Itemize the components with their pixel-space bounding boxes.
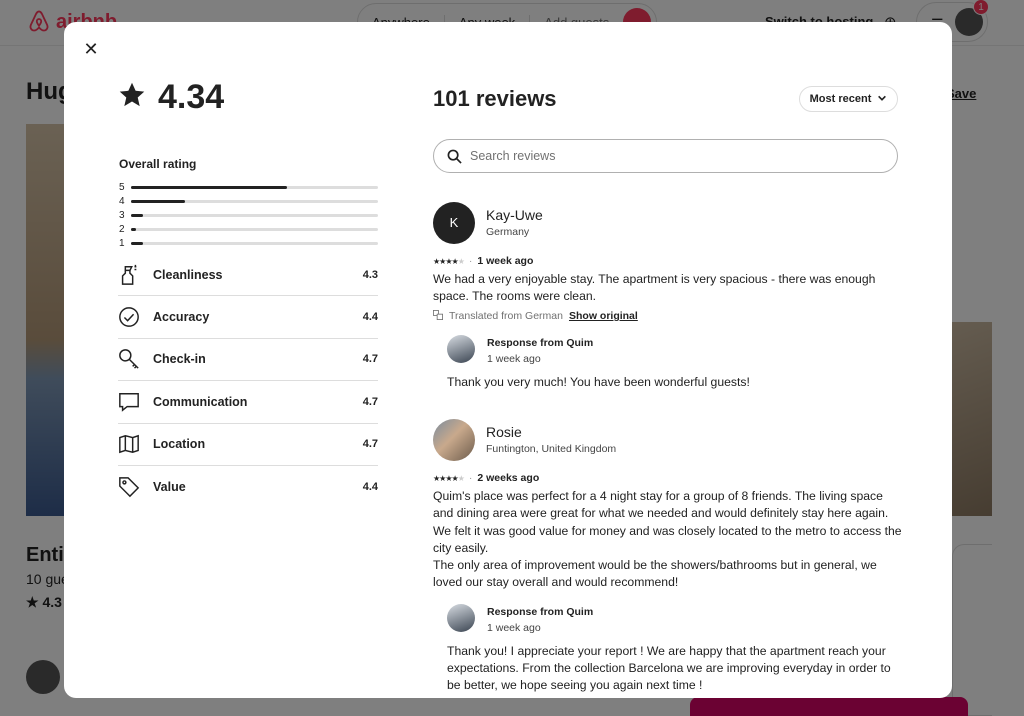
host-avatar-small[interactable] xyxy=(447,334,475,363)
separator-dot: · xyxy=(468,255,473,267)
reviewer-name: Rosie xyxy=(486,424,522,440)
rating-bar-track xyxy=(131,241,378,245)
category-rating-row: Cleanliness 4.3 xyxy=(118,254,378,297)
rating-distribution: 5 4 3 2 1 xyxy=(119,180,379,250)
category-label: Location xyxy=(153,437,206,452)
overall-rating-label: Overall rating xyxy=(119,157,197,171)
category-rating-row: Check-in 4.7 xyxy=(118,339,378,382)
rating-bar-fill xyxy=(131,241,144,245)
translated-from-label: Translated from German xyxy=(449,310,563,323)
host-avatar-small[interactable] xyxy=(447,603,475,632)
category-label: Cleanliness xyxy=(153,267,223,282)
reviewer-location: Funtington, United Kingdom xyxy=(486,443,617,455)
category-value: 4.3 xyxy=(362,268,378,281)
rating-bar-star-label: 4 xyxy=(119,195,125,207)
rating-bar-star-label: 5 xyxy=(119,181,125,193)
category-label: Accuracy xyxy=(153,310,210,325)
search-reviews-field[interactable] xyxy=(433,139,898,173)
reviewer-name: Kay-Uwe xyxy=(486,207,543,223)
review-text: We had a very enjoyable stay. The apartm… xyxy=(433,272,876,304)
rating-bar-track xyxy=(131,227,378,231)
rating-bar-fill xyxy=(131,213,144,217)
category-value: 4.4 xyxy=(362,481,378,494)
sort-label: Most recent xyxy=(809,93,872,105)
reviewer-location: Germany xyxy=(486,226,530,238)
close-icon[interactable]: ✕ xyxy=(80,38,102,60)
check-circle-icon xyxy=(118,306,140,328)
rating-bar-track xyxy=(131,199,378,203)
rating-bar-row: 5 xyxy=(119,180,379,194)
overall-rating-value: 4.34 xyxy=(158,78,225,116)
rating-bar-fill xyxy=(131,185,287,189)
category-ratings: Cleanliness 4.3 Accuracy 4.4 Check-in 4.7 Comm… xyxy=(118,254,378,508)
review-item: Rosie Funtington, United Kingdom ★★★★★ ·… xyxy=(433,419,903,695)
map-icon xyxy=(118,433,140,455)
response-text: Thank you very much! You have been wonde… xyxy=(447,374,750,389)
category-rating-row: Accuracy 4.4 xyxy=(118,296,378,339)
reviews-modal: ✕ 4.34 Overall rating 5 4 3 2 1 Cleanliness 4… xyxy=(64,22,952,698)
category-rating-row: Value 4.4 xyxy=(118,466,378,508)
rating-bar-row: 2 xyxy=(119,222,379,236)
tag-icon xyxy=(118,476,140,498)
host-response: Response from Quim 1 week ago Thank you!… xyxy=(447,603,903,695)
category-value: 4.7 xyxy=(362,353,378,366)
category-rating-row: Communication 4.7 xyxy=(118,381,378,424)
rating-bar-star-label: 1 xyxy=(119,237,125,249)
response-text: Thank you! I appreciate your report ! We… xyxy=(447,643,891,693)
star-icon xyxy=(118,81,146,114)
review-stars: ★★★★★ xyxy=(433,256,465,266)
review-date: 1 week ago xyxy=(477,255,534,267)
category-rating-row: Location 4.7 xyxy=(118,424,378,466)
rating-bar-row: 1 xyxy=(119,236,379,250)
translate-icon xyxy=(433,309,443,323)
rating-bar-row: 3 xyxy=(119,208,379,222)
review-count: 101 reviews xyxy=(433,86,557,111)
category-value: 4.4 xyxy=(362,311,378,324)
response-date: 1 week ago xyxy=(487,352,541,365)
sort-dropdown[interactable]: Most recent xyxy=(799,86,898,112)
host-response: Response from Quim 1 week ago Thank you … xyxy=(447,334,903,391)
search-icon xyxy=(447,149,462,164)
message-bubble-icon xyxy=(118,391,140,413)
spray-bottle-icon xyxy=(118,264,140,286)
rating-bar-fill xyxy=(131,227,136,231)
category-value: 4.7 xyxy=(362,438,378,451)
response-title: Response from Quim xyxy=(487,336,594,349)
rating-bar-row: 4 xyxy=(119,194,379,208)
search-reviews-input[interactable] xyxy=(470,149,870,163)
rating-bar-fill xyxy=(131,199,186,203)
review-stars: ★★★★★ xyxy=(433,473,465,483)
category-label: Communication xyxy=(153,394,248,409)
category-value: 4.7 xyxy=(362,395,378,408)
separator-dot: · xyxy=(468,472,473,484)
reviewer-avatar[interactable] xyxy=(433,419,475,461)
key-icon xyxy=(118,348,140,370)
reviewer-avatar[interactable]: K xyxy=(433,202,475,244)
review-date: 2 weeks ago xyxy=(477,472,540,484)
rating-bar-track xyxy=(131,213,378,217)
show-original-link[interactable]: Show original xyxy=(569,310,638,322)
response-date: 1 week ago xyxy=(487,621,541,634)
response-title: Response from Quim xyxy=(487,605,594,618)
category-label: Value xyxy=(153,480,186,495)
rating-bar-track xyxy=(131,185,378,189)
overall-rating-summary: 4.34 xyxy=(118,78,224,117)
review-item: K Kay-Uwe Germany ★★★★★ · 1 week ago We … xyxy=(433,202,903,391)
review-text: Quim's place was perfect for a 4 night s… xyxy=(433,489,902,590)
chevron-down-icon xyxy=(877,93,887,106)
translation-note: Translated from German Show original xyxy=(433,309,903,323)
rating-bar-star-label: 3 xyxy=(119,209,125,221)
category-label: Check-in xyxy=(153,352,206,367)
rating-bar-star-label: 2 xyxy=(119,223,125,235)
